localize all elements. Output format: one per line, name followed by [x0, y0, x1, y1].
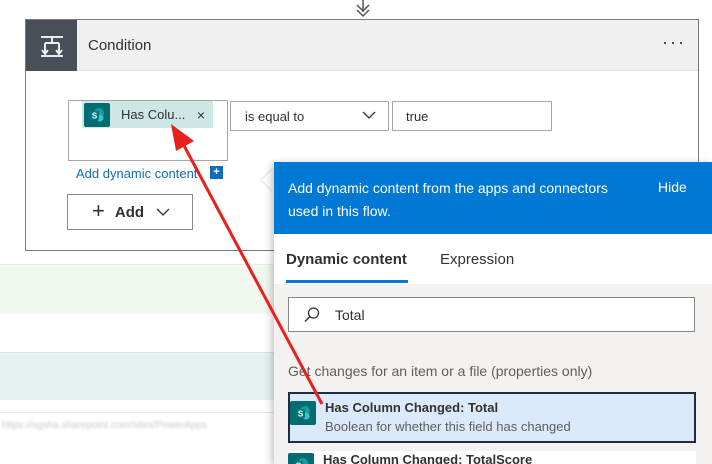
right-operand-input[interactable]: true: [392, 101, 552, 131]
condition-icon: [26, 20, 77, 71]
section-heading: Get changes for an item or a file (prope…: [288, 363, 593, 379]
dynamic-content-panel: Add dynamic content from the apps and co…: [274, 162, 712, 464]
add-dynamic-content-plus-icon[interactable]: +: [210, 166, 223, 179]
panel-header: Add dynamic content from the apps and co…: [274, 162, 712, 234]
right-operand-value: true: [406, 109, 429, 124]
search-icon: [304, 307, 320, 322]
card-title: Condition: [88, 37, 152, 54]
condition-card-header[interactable]: Condition ···: [26, 20, 698, 71]
chevron-down-icon: [362, 111, 376, 119]
add-button[interactable]: + Add: [67, 194, 193, 230]
list-item-has-column-changed-totalscore[interactable]: S Has Column Changed: TotalScore: [288, 451, 696, 464]
blurred-url-text: https://sgsha.sharepoint.com/sites/Power…: [2, 420, 208, 431]
active-tab-indicator: [286, 280, 408, 283]
dynamic-content-list: Total Get changes for an item or a file …: [274, 284, 712, 464]
operator-value: is equal to: [245, 109, 305, 124]
token-label: Has Colu...: [121, 107, 186, 122]
tab-expression[interactable]: Expression: [440, 251, 514, 268]
add-dynamic-content-link[interactable]: Add dynamic content: [76, 166, 197, 181]
search-input[interactable]: Total: [288, 297, 695, 332]
panel-pointer: [262, 168, 274, 192]
remove-token-close-icon[interactable]: ×: [197, 107, 205, 123]
list-item-description: Boolean for whether this field has chang…: [325, 419, 571, 434]
list-item-title: Has Column Changed: Total: [325, 400, 499, 415]
sharepoint-icon: S: [290, 401, 316, 425]
tab-dynamic-content[interactable]: Dynamic content: [286, 251, 407, 268]
background-step-row: [0, 352, 280, 400]
panel-header-text: Add dynamic content from the apps and co…: [288, 180, 608, 219]
dynamic-token-has-column-changed[interactable]: S Has Colu... ×: [82, 101, 213, 128]
flow-connector-arrow-icon: [356, 0, 370, 18]
plus-icon: +: [92, 198, 105, 223]
chevron-down-icon: [156, 208, 170, 216]
background-step-row: [0, 264, 280, 314]
operator-dropdown[interactable]: is equal to: [230, 101, 389, 131]
search-input-value: Total: [335, 307, 365, 323]
svg-text:S: S: [298, 410, 304, 419]
sharepoint-icon: S: [288, 453, 314, 464]
list-item-has-column-changed-total[interactable]: S Has Column Changed: Total Boolean for …: [288, 392, 696, 443]
more-options-button[interactable]: ···: [662, 32, 686, 53]
divider: [0, 412, 280, 413]
list-item-title: Has Column Changed: TotalScore: [323, 452, 533, 464]
add-button-label: Add: [114, 203, 145, 221]
sharepoint-icon: S: [84, 102, 110, 127]
svg-text:S: S: [92, 111, 98, 120]
hide-panel-button[interactable]: Hide: [658, 179, 687, 195]
